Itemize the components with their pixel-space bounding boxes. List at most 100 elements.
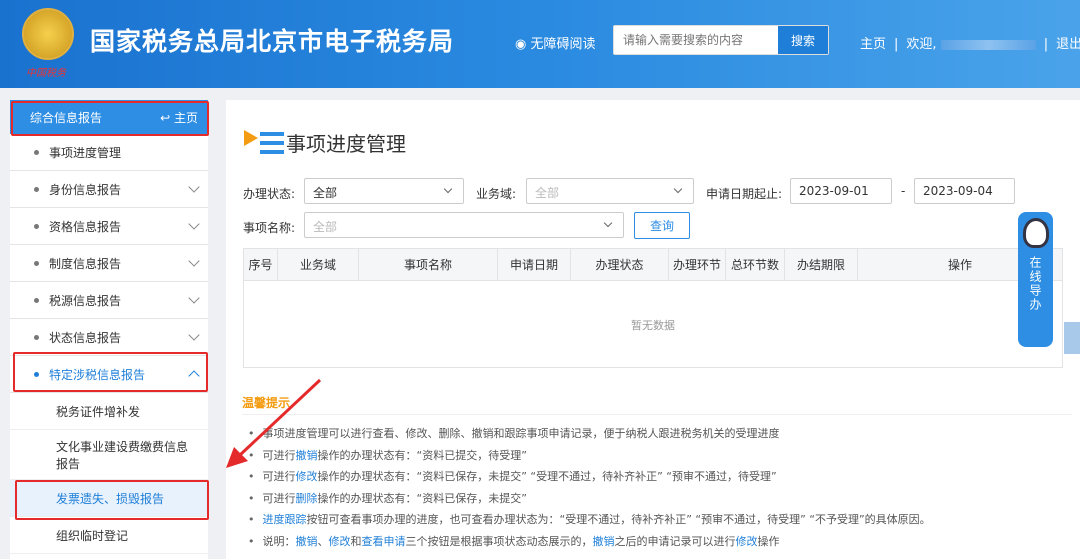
tip-keyword: 撤销: [295, 534, 318, 548]
bullet-icon: [34, 149, 39, 155]
divider: |: [1043, 37, 1049, 52]
blurred-username: [940, 39, 1036, 50]
emblem-caption: 中国税务: [26, 68, 66, 79]
item-name-label: 事项名称:: [243, 221, 296, 235]
date-from-input[interactable]: 2023-09-01: [790, 178, 892, 204]
tip-keyword: 修改: [295, 470, 318, 483]
domain-select[interactable]: 全部: [526, 178, 694, 204]
tip-item: 说明：撤销、修改和查看申请三个按钮是根据事项状态动态展示的，撤销之后的申请记录可…: [248, 531, 931, 553]
home-link[interactable]: 主页: [860, 37, 886, 52]
tip-text: 操作的办理状态有：“资料已保存，未提交” “受理不通过，待补齐补正” “预审不通…: [317, 470, 777, 483]
status-label: 办理状态:: [243, 187, 296, 201]
divider: |: [894, 37, 899, 52]
subitem-certificate[interactable]: 税务证件增补发: [10, 393, 208, 430]
top-nav: 主页 | 欢迎, | 退出: [860, 33, 1080, 52]
tip-text: 操作: [757, 534, 780, 548]
chevron-down-icon: [188, 329, 200, 341]
tip-keyword: 查看申请: [361, 534, 406, 548]
header: 中国税务 国家税务总局北京市电子税务局 ◉ 无障碍阅读 搜索 主页 | 欢迎, | 退…: [0, 0, 1080, 88]
chevron-down-icon: [188, 292, 200, 304]
online-guide-widget[interactable]: 在线导办: [1018, 212, 1053, 347]
search-input[interactable]: [614, 26, 779, 54]
eye-icon: ◉: [515, 37, 531, 52]
highlight-box: [15, 480, 209, 520]
sidebar-item-tax-source[interactable]: 税源信息报告: [10, 282, 208, 319]
highlight-box: [13, 352, 208, 392]
tip-keyword: 删除: [295, 491, 318, 505]
tip-text: 可进行: [262, 491, 296, 505]
tip-keyword: 修改: [328, 534, 351, 548]
subitem-temp-registration[interactable]: 组织临时登记: [10, 517, 208, 554]
tip-keyword: 撤销: [295, 448, 318, 462]
column-header: 办理状态: [571, 249, 669, 280]
tips-list: 事项进度管理可以进行查看、修改、删除、撤销和跟踪事项申请记录，便于纳税人跟进税务…: [248, 423, 931, 552]
main-panel: 事项进度管理 办理状态: 全部 业务域: 全部 申请日期起止: 2023-09-…: [226, 100, 1080, 559]
tip-text: 之后的申请记录可以进行: [614, 534, 736, 548]
sidebar-item-system[interactable]: 制度信息报告: [10, 245, 208, 282]
status-select[interactable]: 全部: [304, 178, 464, 204]
date-to-input[interactable]: 2023-09-04: [914, 178, 1015, 204]
empty-message: 暂无数据: [631, 319, 675, 332]
status-value: 全部: [313, 186, 338, 200]
domain-placeholder: 全部: [535, 186, 560, 200]
page-title: 事项进度管理: [244, 128, 406, 157]
date-separator: -: [901, 184, 906, 198]
title-text: 事项进度管理: [286, 132, 406, 156]
chevron-down-icon: [188, 255, 200, 267]
tip-text: 可进行: [262, 470, 296, 483]
column-header: 总环节数: [726, 249, 785, 280]
bullet-icon: [34, 334, 39, 340]
bullet-icon: [34, 223, 39, 229]
sidebar-item-qualification[interactable]: 资格信息报告: [10, 208, 208, 245]
tip-item: 可进行删除操作的办理状态有：“资料已保存，未提交”: [248, 488, 931, 510]
sidebar-item-identity[interactable]: 身份信息报告: [10, 171, 208, 208]
sidebar-item-progress[interactable]: 事项进度管理: [10, 134, 208, 171]
item-label: 制度信息报告: [49, 256, 122, 271]
item-label: 资格信息报告: [49, 219, 122, 234]
site-title: 国家税务总局北京市电子税务局: [90, 27, 455, 56]
column-header: 办理环节: [669, 249, 726, 280]
subitem-culture-fee[interactable]: 文化事业建设费缴费信息报告: [10, 430, 208, 480]
tip-text: 操作的办理状态有：“资料已提交，待受理”: [317, 448, 527, 462]
item-label: 事项进度管理: [49, 145, 122, 160]
date-label: 申请日期起止:: [706, 187, 783, 201]
tip-text: 说明：: [262, 534, 296, 548]
column-header: 申请日期: [498, 249, 571, 280]
column-header: 业务域: [278, 249, 359, 280]
tax-emblem-logo: [22, 8, 74, 60]
accessibility-label: 无障碍阅读: [530, 37, 596, 52]
tips-title: 温馨提示: [242, 396, 291, 410]
tip-text: 和: [350, 534, 362, 548]
table-header: 序号 业务域 事项名称 申请日期 办理状态 办理环节 总环节数 办结期限 操作: [244, 249, 1062, 281]
query-button[interactable]: 查询: [634, 212, 690, 239]
tip-text: 可进行: [262, 448, 296, 462]
chevron-down-icon: [673, 184, 683, 194]
accessibility-link[interactable]: ◉ 无障碍阅读: [515, 33, 596, 52]
item-label: 状态信息报告: [49, 330, 122, 345]
column-header: 事项名称: [359, 249, 498, 280]
logout-link[interactable]: 退出: [1056, 37, 1080, 52]
bullet-icon: [34, 260, 39, 266]
side-tab[interactable]: [1064, 322, 1080, 354]
column-header: 办结期限: [785, 249, 858, 280]
item-name-select[interactable]: 全部: [304, 212, 624, 238]
tip-text: 按钮可查看事项办理的进度，也可查看办理状态为：“受理不通过，待补齐补正” “预审…: [306, 513, 931, 526]
search-button[interactable]: 搜索: [778, 26, 828, 54]
divider: [242, 414, 1072, 415]
assistant-avatar-icon: [1022, 218, 1049, 248]
tip-keyword: 进度跟踪: [262, 513, 307, 526]
search-box: 搜索: [613, 25, 829, 55]
column-header: 序号: [244, 249, 278, 280]
tip-item: 进度跟踪按钮可查看事项办理的进度，也可查看办理状态为：“受理不通过，待补齐补正”…: [248, 509, 931, 531]
tip-text: 操作的办理状态有：“资料已保存，未提交”: [317, 491, 527, 505]
widget-label: 在线导办: [1028, 256, 1042, 312]
chevron-down-icon: [188, 181, 200, 193]
list-icon: [244, 129, 284, 154]
chevron-down-icon: [603, 218, 613, 228]
chevron-down-icon: [188, 218, 200, 230]
tip-text: 、: [317, 534, 329, 548]
welcome-text: 欢迎,: [906, 37, 937, 52]
sidebar-item-status[interactable]: 状态信息报告: [10, 319, 208, 356]
item-label: 身份信息报告: [49, 182, 122, 197]
tip-item: 可进行修改操作的办理状态有：“资料已保存，未提交” “受理不通过，待补齐补正” …: [248, 466, 931, 488]
